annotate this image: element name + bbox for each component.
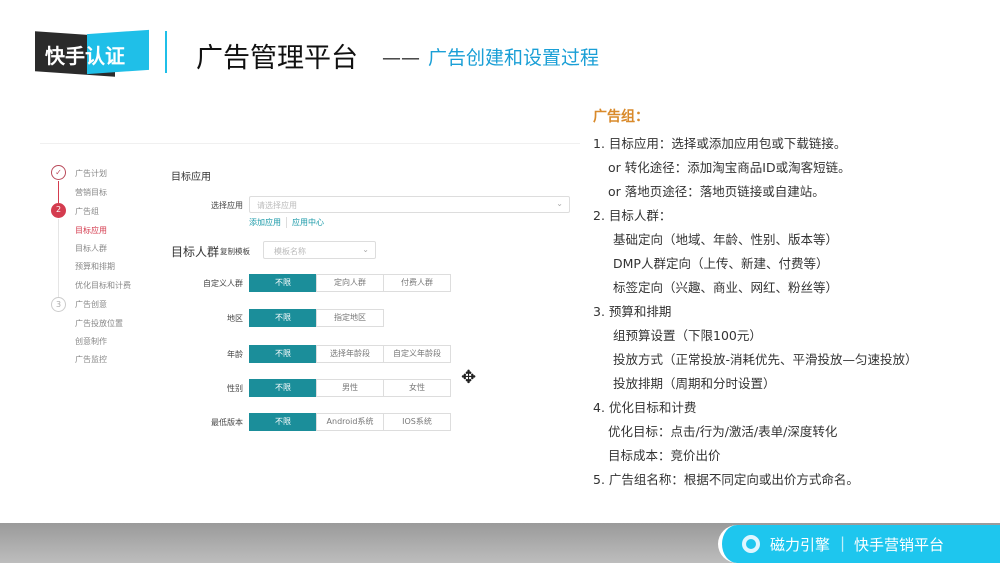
chevron-down-icon: ⌄ [362,245,369,254]
notes-line: or 转化途径：添加淘宝商品ID或淘客短链。 [608,160,851,175]
notes-line: or 落地页途径：落地页链接或自建站。 [608,184,825,199]
option-button[interactable]: 不限 [249,345,317,363]
notes-line: 基础定向（地域、年龄、性别、版本等） [613,232,839,247]
filter-label: 地区 [227,314,243,323]
section-target-app: 目标应用 [171,172,211,183]
nav-ad-plan[interactable]: 广告计划 [75,168,107,179]
option-button-group: 不限 指定地区 [249,309,384,327]
option-button[interactable]: 男性 [316,379,384,397]
option-button[interactable]: IOS系统 [383,413,451,431]
option-button-group: 不限 男性 女性 [249,379,451,397]
nav-marketing-goal[interactable]: 营销目标 [75,187,107,198]
notes-line: 优化目标：点击/行为/激活/表单/深度转化 [608,424,838,439]
brand-separator: | [840,534,846,552]
notes-line: 3. 预算和排期 [593,304,672,319]
logo-text: 快手认证 [45,44,125,68]
step-3-badge: 3 [51,297,66,312]
option-button[interactable]: 选择年龄段 [316,345,384,363]
section-target-audience: 目标人群 [171,245,220,259]
notes-line: 4. 优化目标和计费 [593,400,697,415]
placeholder: 模板名称 [274,247,306,256]
notes-line: 目标成本：竞价出价 [608,448,721,463]
option-button[interactable]: Android系统 [316,413,384,431]
option-button-group: 不限 Android系统 IOS系统 [249,413,451,431]
notes-line: 1. 目标应用：选择或添加应用包或下载链接。 [593,136,847,151]
nav-creative-production[interactable]: 创意制作 [75,336,107,347]
footer-brand-pill: 磁力引擎 | 快手营销平台 [718,525,1000,563]
link-divider [286,217,287,228]
filter-label: 年龄 [227,350,243,359]
notes-line: 2. 目标人群： [593,208,672,223]
platform-name: 快手营销平台 [854,536,945,554]
select-app-label: 选择应用 [211,201,243,210]
placeholder: 请选择应用 [257,201,297,210]
filter-label: 自定义人群 [203,279,243,288]
app-center-link[interactable]: 应用中心 [292,217,324,228]
filter-label: 性别 [227,384,243,393]
screenshot-top-divider [40,143,580,144]
slide-subtitle: —— 广告创建和设置过程 [382,43,599,70]
notes-heading: 广告组： [593,109,649,125]
option-button[interactable]: 不限 [249,413,317,431]
brand-name: 磁力引擎 [770,536,831,554]
notes-line: 组预算设置（下限100元） [613,328,762,343]
option-button-group: 不限 定向人群 付费人群 [249,274,451,292]
dash: —— [382,47,420,69]
option-button[interactable]: 不限 [249,309,317,327]
subtitle-text: 广告创建和设置过程 [428,47,600,69]
chevron-down-icon: ⌄ [556,199,563,208]
notes-line: 投放方式（正常投放-消耗优先、平滑投放—匀速投放） [613,352,918,367]
notes-line: DMP人群定向（上传、新建、付费等） [613,256,829,271]
select-app-dropdown[interactable]: 请选择应用 ⌄ [249,196,570,213]
option-button[interactable]: 不限 [249,274,317,292]
nav-budget-schedule[interactable]: 预算和排期 [75,261,115,272]
nav-optimization-billing[interactable]: 优化目标和计费 [75,280,131,291]
nav-ad-creative[interactable]: 广告创意 [75,299,107,310]
step-1-check-icon: ✓ [51,165,66,180]
option-button[interactable]: 自定义年龄段 [383,345,451,363]
notes-line: 5. 广告组名称：根据不同定向或出价方式命名。 [593,472,859,487]
step-connector [58,181,59,203]
nav-ad-monitoring[interactable]: 广告监控 [75,354,107,365]
add-app-link[interactable]: 添加应用 [249,217,281,228]
magnetic-engine-logo-icon [742,535,760,553]
notes-line: 标签定向（兴趣、商业、网红、粉丝等） [613,280,839,295]
option-button[interactable]: 付费人群 [383,274,451,292]
kuaishou-certification-logo: 快手认证 [35,29,149,77]
option-button[interactable]: 不限 [249,379,317,397]
header-divider [165,31,167,73]
slide-title: 广告管理平台 [196,43,358,74]
nav-target-app[interactable]: 目标应用 [75,225,107,236]
notes-line: 投放排期（周期和分时设置） [613,376,776,391]
option-button-group: 不限 选择年龄段 自定义年龄段 [249,345,451,363]
option-button[interactable]: 指定地区 [316,309,384,327]
nav-ad-group[interactable]: 广告组 [75,206,99,217]
option-button[interactable]: 定向人群 [316,274,384,292]
option-button[interactable]: 女性 [383,379,451,397]
nav-placement[interactable]: 广告投放位置 [75,318,123,329]
step-connector [58,219,59,297]
step-2-badge: 2 [51,203,66,218]
filter-label: 最低版本 [211,418,243,427]
copy-template-label: 复制模板 [220,247,250,256]
nav-target-audience[interactable]: 目标人群 [75,243,107,254]
template-name-dropdown[interactable]: 模板名称 ⌄ [263,241,376,259]
move-cursor-icon: ✥ [461,367,477,388]
